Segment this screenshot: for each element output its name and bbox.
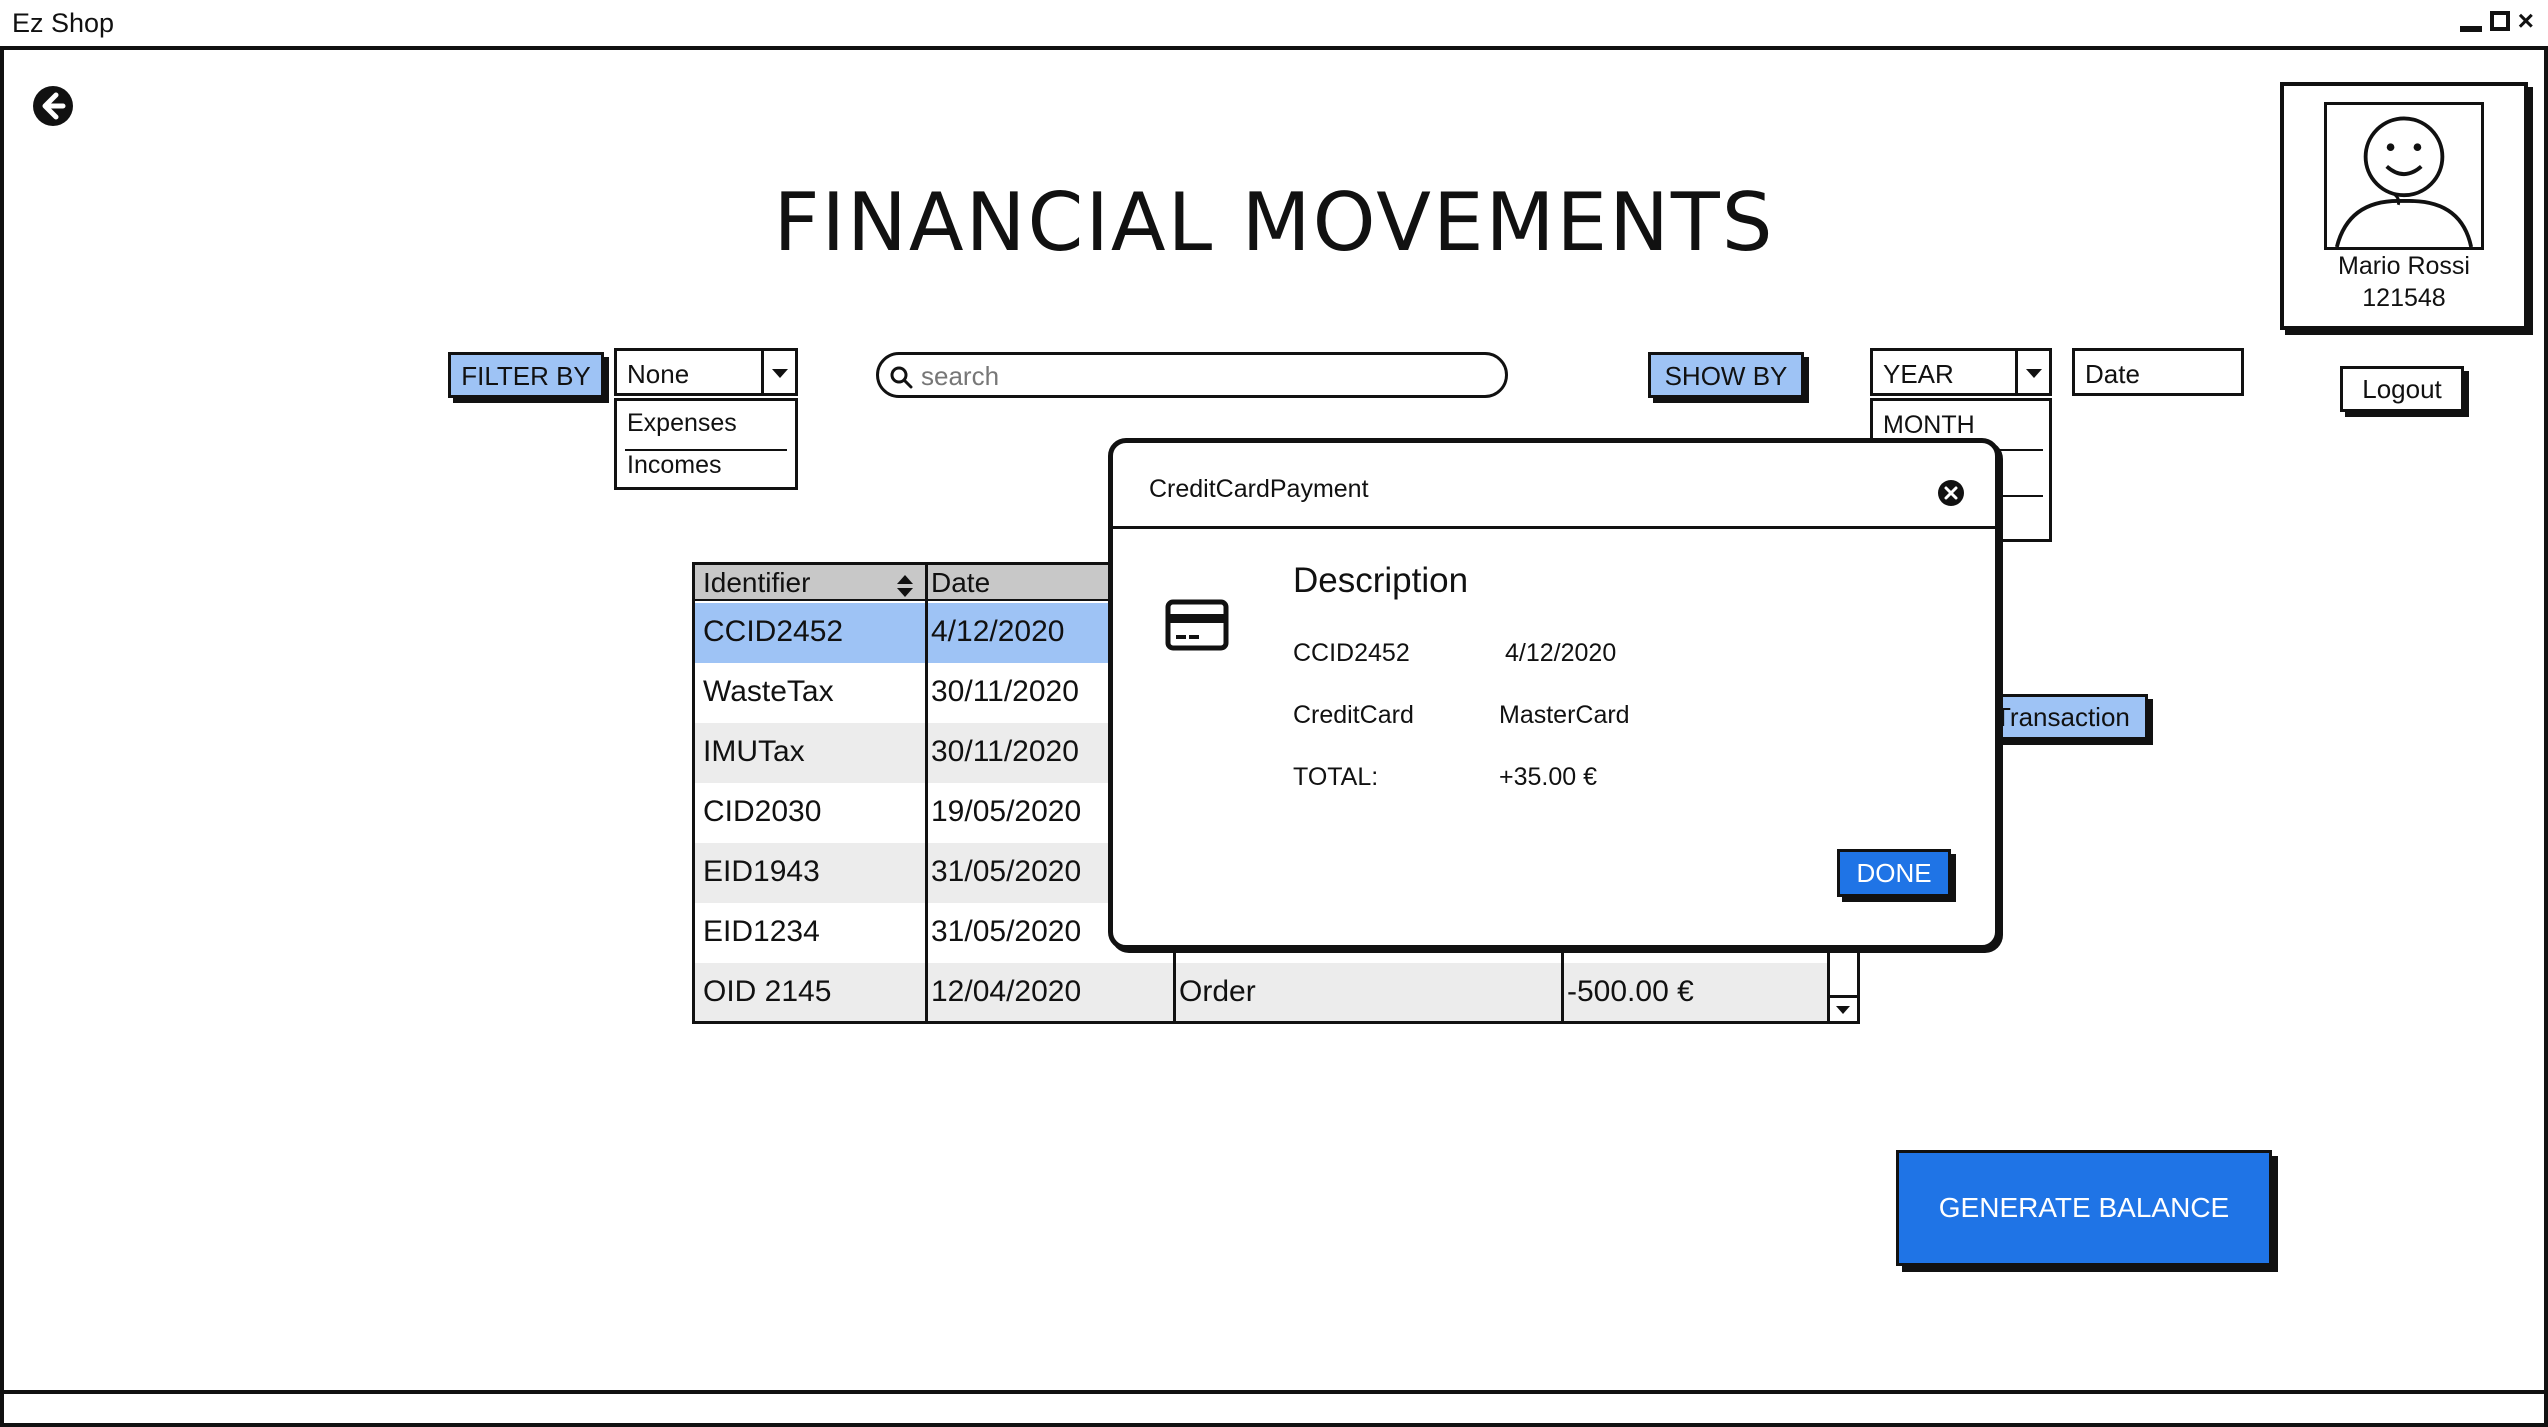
date-field[interactable]: Date (2072, 348, 2244, 396)
search-input[interactable] (921, 359, 1481, 393)
cell-identifier: EID1943 (703, 855, 820, 888)
cell-identifier: IMUTax (703, 735, 805, 768)
scroll-down-icon[interactable] (1830, 995, 1857, 1021)
cell-identifier: OID 2145 (703, 975, 832, 1008)
cell-identifier: CID2030 (703, 795, 822, 828)
logout-button[interactable]: Logout (2340, 366, 2464, 412)
back-arrow-icon[interactable] (32, 85, 74, 127)
cell-date: 31/05/2020 (931, 855, 1082, 888)
filter-option-incomes[interactable]: Incomes (627, 451, 721, 480)
cell-date: 30/11/2020 (931, 675, 1079, 708)
show-by-button[interactable]: SHOW BY (1648, 352, 1804, 398)
cell-date: 4/12/2020 (931, 615, 1065, 648)
date-field-value: Date (2085, 359, 2140, 389)
period-option-month[interactable]: MONTH (1883, 411, 1975, 440)
cell-date: 31/05/2020 (931, 915, 1082, 948)
user-name: Mario Rossi (2338, 252, 2470, 280)
generate-balance-button[interactable]: GENERATE BALANCE (1896, 1150, 2272, 1266)
detail-total-value: +35.00 € (1499, 763, 1598, 791)
maximize-icon[interactable] (2489, 11, 2510, 31)
cell-type: Order (1179, 975, 1256, 1008)
period-select[interactable]: YEAR (1870, 348, 2052, 396)
title-bar: Ez Shop × (0, 0, 2548, 50)
transaction-detail-dialog: CreditCardPayment Description CCID2452 4… (1108, 438, 2000, 950)
minimize-icon[interactable] (2459, 26, 2482, 32)
dialog-heading: Description (1293, 561, 1469, 600)
user-id: 121548 (2362, 284, 2446, 312)
close-window-icon[interactable]: × (2518, 7, 2534, 35)
detail-total-label: TOTAL: (1293, 763, 1379, 791)
bottom-border (0, 1390, 2548, 1394)
filter-dropdown-list: Expenses Incomes (614, 398, 798, 490)
cell-date: 12/04/2020 (931, 975, 1082, 1008)
filter-select[interactable]: None (614, 348, 798, 396)
page-title: FINANCIAL MOVEMENTS (773, 176, 1775, 269)
search-icon (890, 366, 913, 389)
user-profile-card: Mario Rossi 121548 (2280, 82, 2528, 330)
cell-date: 19/05/2020 (931, 795, 1082, 828)
column-divider (925, 565, 928, 1021)
filter-selected-value: None (627, 359, 690, 389)
column-header-date[interactable]: Date (931, 567, 990, 599)
cell-identifier: WasteTax (703, 675, 834, 708)
cell-identifier: CCID2452 (703, 615, 844, 648)
chevron-down-icon[interactable] (2015, 351, 2049, 393)
detail-method-label: CreditCard (1293, 701, 1414, 729)
detail-id: CCID2452 (1293, 639, 1410, 667)
avatar (2324, 102, 2484, 250)
dialog-header: CreditCardPayment (1113, 443, 1995, 529)
credit-card-icon (1165, 599, 1229, 651)
detail-date: 4/12/2020 (1505, 639, 1617, 667)
avatar-icon (2334, 116, 2474, 247)
sort-icon[interactable] (895, 573, 915, 599)
chevron-down-icon[interactable] (761, 351, 795, 393)
detail-method-value: MasterCard (1499, 701, 1630, 729)
dialog-title: CreditCardPayment (1149, 475, 1369, 503)
window-controls: × (2459, 7, 2534, 35)
table-row[interactable]: OID 2145 12/04/2020 Order -500.00 € (695, 963, 1857, 1021)
search-box[interactable] (876, 352, 1508, 398)
cell-identifier: EID1234 (703, 915, 820, 948)
column-header-identifier[interactable]: Identifier (703, 567, 810, 599)
filter-option-expenses[interactable]: Expenses (627, 409, 737, 438)
close-icon[interactable] (1937, 479, 1965, 507)
cell-amount: -500.00 € (1567, 975, 1694, 1008)
filter-by-button[interactable]: FILTER BY (448, 352, 604, 398)
period-selected-value: YEAR (1883, 359, 1954, 389)
done-button[interactable]: DONE (1837, 849, 1951, 897)
cell-date: 30/11/2020 (931, 735, 1079, 768)
app-title: Ez Shop (12, 8, 115, 38)
